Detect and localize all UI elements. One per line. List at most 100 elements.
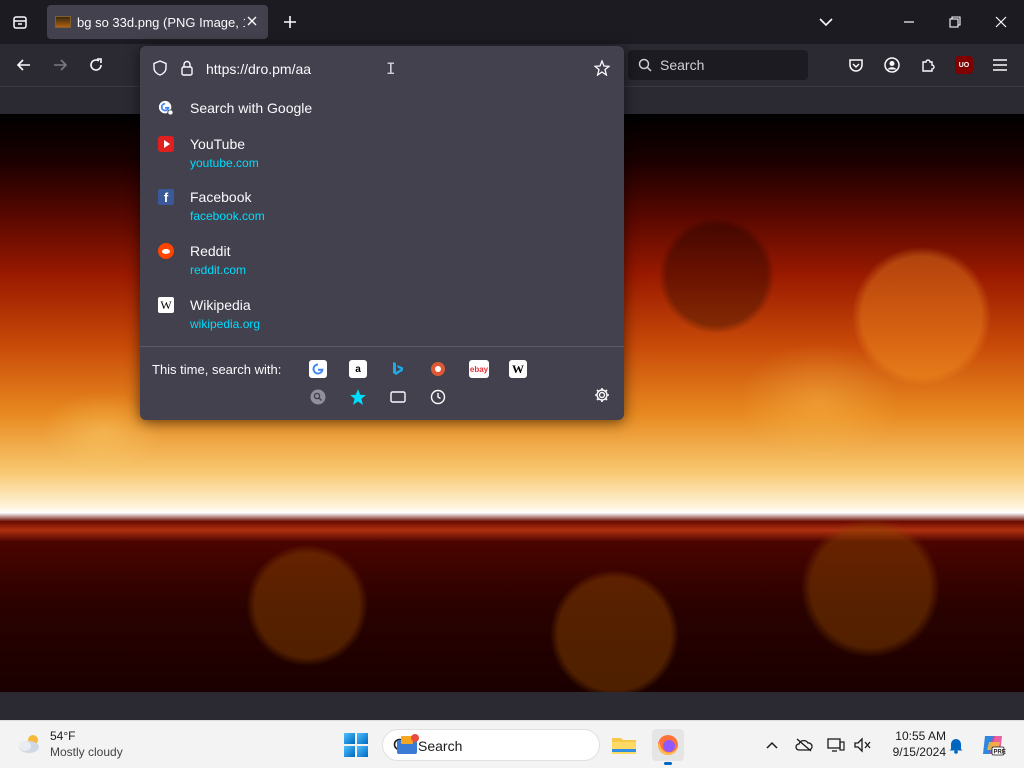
list-item[interactable]: YouTube youtube.com [154,136,610,176]
list-item[interactable]: W Wikipedia wikipedia.org [154,297,610,337]
title-bar: bg so 33d.png (PNG Image, 19 [0,0,1024,44]
page-bottom-margin [0,692,1024,720]
google-search-icon [158,100,174,116]
lock-icon[interactable] [180,60,194,76]
shield-icon[interactable] [152,60,168,76]
tab-overflow-button[interactable] [814,10,838,34]
file-explorer-button[interactable] [608,729,640,761]
minimize-icon [904,21,914,23]
monitor-network-icon [827,738,845,752]
result-title: Search with Google [190,100,313,116]
search-bar[interactable]: Search [628,50,808,80]
engine-wikipedia-button[interactable]: W [509,360,527,378]
wikipedia-icon: W [158,297,174,313]
result-title: Reddit [190,243,231,259]
tab-active[interactable]: bg so 33d.png (PNG Image, 19 [47,5,268,39]
search-settings-button[interactable] [594,387,610,408]
copilot-button[interactable]: PRE [980,732,1006,758]
puzzle-icon [922,59,935,72]
speaker-muted-icon [854,737,871,753]
restore-button[interactable] [943,10,967,34]
onedrive-offline-button[interactable] [794,735,814,755]
wikipedia-icon: W [512,361,524,376]
ublock-origin-icon: UO [958,61,970,69]
image-favicon-icon [55,16,71,28]
engine-duckduckgo-button[interactable] [429,360,447,378]
copilot-icon: PRE [983,736,1006,756]
bookmark-star-icon[interactable] [594,60,610,76]
extensions-button[interactable] [916,53,940,77]
divider [140,346,624,347]
duckduckgo-icon [431,362,445,376]
taskbar-search[interactable]: Search [382,729,600,761]
ublock-origin-button[interactable]: UO [955,56,973,74]
star-icon [350,389,366,405]
new-tab-button[interactable] [278,10,302,34]
facebook-icon: f [158,189,174,205]
url-input[interactable]: https://dro.pm/aa I [148,52,616,86]
hamburger-menu-icon [993,59,1007,71]
result-url: facebook.com [190,209,265,223]
engine-bing-button[interactable] [389,360,407,378]
list-item[interactable]: Reddit reddit.com [154,243,610,283]
chevron-down-icon [819,18,833,27]
back-button[interactable] [12,53,36,77]
result-url: youtube.com [190,156,259,170]
tabs-mode-button[interactable] [389,388,407,406]
engine-amazon-button[interactable]: a [349,360,367,378]
pocket-button[interactable] [844,53,868,77]
active-indicator [664,762,672,765]
gear-icon [595,388,609,402]
show-hidden-icons-button[interactable] [762,735,782,755]
result-search-google[interactable]: Search with Google [154,100,610,128]
restore-icon [949,16,961,28]
url-text: https://dro.pm/aa [206,61,312,77]
search-with-label: This time, search with: [152,362,282,377]
volume-muted-button[interactable] [852,735,872,755]
weather-description: Mostly cloudy [50,745,123,759]
app-menu-button[interactable] [988,53,1012,77]
search-mode-button[interactable] [309,388,327,406]
result-title: Wikipedia [190,297,251,313]
list-all-tabs-button[interactable] [8,10,32,34]
clock-icon [430,389,446,405]
engine-google-button[interactable] [309,360,327,378]
close-icon [995,16,1007,28]
minimize-button[interactable] [897,10,921,34]
urlbar-dropdown: https://dro.pm/aa I Search with Google Y… [140,46,624,420]
close-window-button[interactable] [989,10,1013,34]
firefox-taskbar-button[interactable] [652,729,684,765]
reload-button[interactable] [84,53,108,77]
forward-button[interactable] [48,53,72,77]
ebay-icon: ebay [469,364,489,374]
engine-ebay-button[interactable]: ebay [469,360,489,378]
reload-icon [90,58,102,71]
reddit-icon [158,243,174,259]
account-button[interactable] [880,53,904,77]
clock-time[interactable]: 10:55 AM [888,729,946,743]
tab-title: bg so 33d.png (PNG Image, 19 [77,14,245,30]
close-icon [247,16,257,26]
taskbar: 54°F Mostly cloudy Search 10:55 AM 9/15/… [0,720,1024,768]
network-button[interactable] [826,735,846,755]
result-title: YouTube [190,136,246,152]
account-icon [884,57,900,73]
cloud-offline-icon [795,738,813,752]
list-item[interactable]: f Facebook facebook.com [154,189,610,229]
chevron-up-icon [766,741,778,749]
clock-date[interactable]: 9/15/2024 [884,745,946,759]
search-icon [638,58,652,72]
folder-icon [612,738,636,754]
tab-close-button[interactable] [244,13,260,29]
search-highlight-icon [397,734,419,754]
notifications-button[interactable] [946,735,966,755]
bell-icon [949,739,963,754]
text-cursor-icon: I [386,59,396,78]
search-bar-placeholder: Search [660,57,705,73]
bookmarks-mode-button[interactable] [349,388,367,406]
result-title: Facebook [190,189,252,205]
start-button[interactable] [344,733,368,757]
windows-logo-icon [344,733,355,744]
arrow-right-icon [54,59,68,71]
history-mode-button[interactable] [429,388,447,406]
